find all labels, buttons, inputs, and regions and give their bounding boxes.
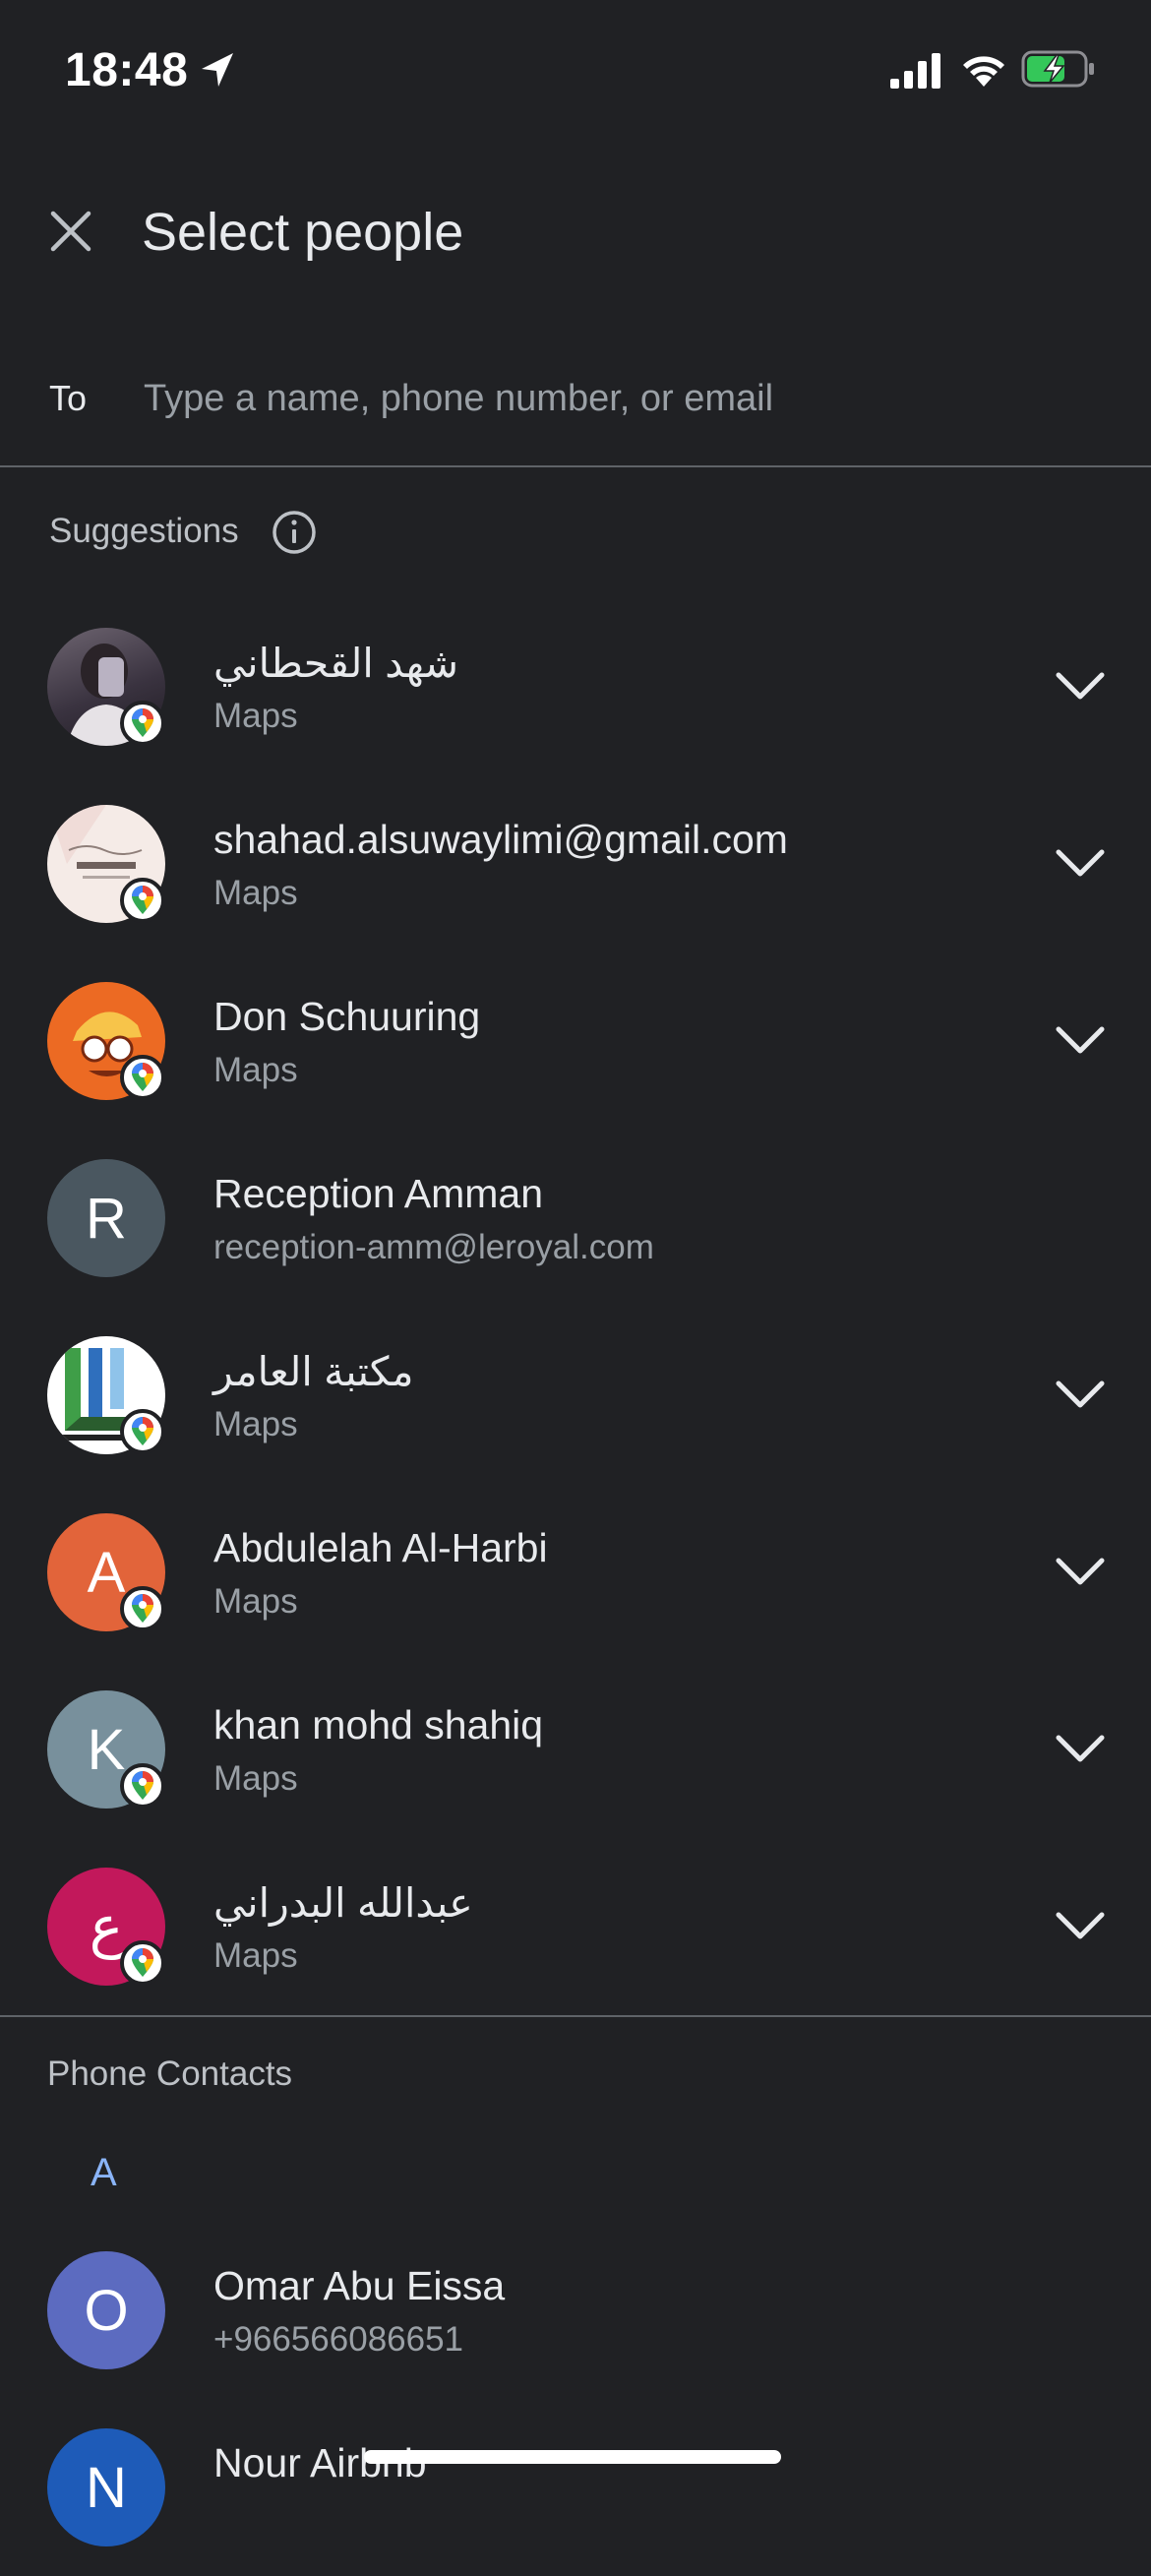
to-label: To [49, 378, 88, 418]
suggestion-row[interactable]: شهد القحطاني Maps [0, 598, 1151, 775]
recipient-search-input[interactable] [132, 364, 1120, 433]
chevron-down-icon[interactable] [1051, 661, 1110, 710]
avatar [47, 805, 165, 923]
avatar: O [47, 2251, 165, 2369]
avatar [47, 1336, 165, 1454]
google-maps-pin-icon [120, 1055, 165, 1100]
contact-source: Maps [213, 1405, 298, 1443]
avatar [47, 628, 165, 746]
chevron-down-icon[interactable] [1051, 1547, 1110, 1596]
status-time: 18:48 [65, 44, 189, 96]
suggestion-row[interactable]: K khan mohd shahiq Maps [0, 1661, 1151, 1838]
suggestion-row[interactable]: ع عبدالله البدراني Maps [0, 1838, 1151, 2015]
suggestions-label: Suggestions [49, 512, 239, 550]
google-maps-pin-icon [120, 701, 165, 746]
wifi-icon [963, 56, 1004, 87]
contact-name: khan mohd shahiq [213, 1702, 544, 1748]
google-maps-pin-icon [120, 1586, 165, 1631]
contact-source: Maps [213, 697, 298, 735]
chevron-down-icon[interactable] [1051, 1724, 1110, 1773]
index-letter: A [91, 2151, 117, 2194]
cellular-signal-icon [890, 53, 940, 89]
contact-name: شهد القحطاني [213, 641, 458, 686]
contact-name: Don Schuuring [213, 994, 481, 1039]
avatar: ع [47, 1868, 165, 1986]
chevron-down-icon[interactable] [1051, 1015, 1110, 1065]
contact-source: Maps [213, 1582, 298, 1621]
contact-name: shahad.alsuwaylimi@gmail.com [213, 817, 788, 862]
contact-phone: +966566086651 [213, 2320, 464, 2359]
home-indicator[interactable] [364, 2450, 781, 2464]
contact-name: مكتبة العامر [213, 1349, 414, 1394]
avatar-letter: R [47, 1159, 165, 1277]
avatar: A [47, 1513, 165, 1631]
suggestion-row[interactable]: R Reception Amman reception-amm@leroyal.… [0, 1130, 1151, 1307]
contact-name: عبدالله البدراني [213, 1880, 473, 1926]
chevron-down-icon[interactable] [1051, 838, 1110, 888]
contact-source: Maps [213, 1936, 298, 1975]
info-icon[interactable] [272, 510, 317, 555]
google-maps-pin-icon [120, 1409, 165, 1454]
contact-source: Maps [213, 1051, 298, 1089]
avatar: R [47, 1159, 165, 1277]
close-button[interactable] [41, 202, 100, 261]
avatar-letter: O [47, 2251, 165, 2369]
suggestion-row[interactable]: A Abdulelah Al-Harbi Maps [0, 1484, 1151, 1661]
contact-source: Maps [213, 1759, 298, 1798]
status-bar: 18:48 [0, 0, 1151, 148]
avatar: N [47, 2428, 165, 2546]
contact-row[interactable]: O Omar Abu Eissa +966566086651 [0, 2222, 1151, 2399]
contact-row[interactable]: N Nour Airbnb [0, 2399, 1151, 2576]
contact-email: reception-amm@leroyal.com [213, 1228, 654, 1266]
location-arrow-icon [202, 53, 233, 87]
phone-contacts-label: Phone Contacts [47, 2055, 293, 2093]
close-icon [50, 211, 91, 252]
chevron-down-icon[interactable] [1051, 1370, 1110, 1419]
contact-source: Maps [213, 874, 298, 912]
google-maps-pin-icon [120, 1763, 165, 1809]
avatar-letter: N [47, 2428, 165, 2546]
battery-charging-icon [1021, 50, 1094, 88]
divider [0, 465, 1151, 467]
contact-name: Reception Amman [213, 1171, 544, 1216]
contact-name: Omar Abu Eissa [213, 2263, 506, 2308]
google-maps-pin-icon [120, 878, 165, 923]
suggestion-row[interactable]: مكتبة العامر Maps [0, 1307, 1151, 1484]
avatar [47, 982, 165, 1100]
suggestion-row[interactable]: Don Schuuring Maps [0, 952, 1151, 1130]
chevron-down-icon[interactable] [1051, 1901, 1110, 1950]
google-maps-pin-icon [120, 1940, 165, 1986]
contact-name: Abdulelah Al-Harbi [213, 1525, 548, 1570]
suggestion-row[interactable]: shahad.alsuwaylimi@gmail.com Maps [0, 775, 1151, 952]
avatar: K [47, 1690, 165, 1809]
divider [0, 2015, 1151, 2017]
page-title: Select people [142, 203, 464, 262]
